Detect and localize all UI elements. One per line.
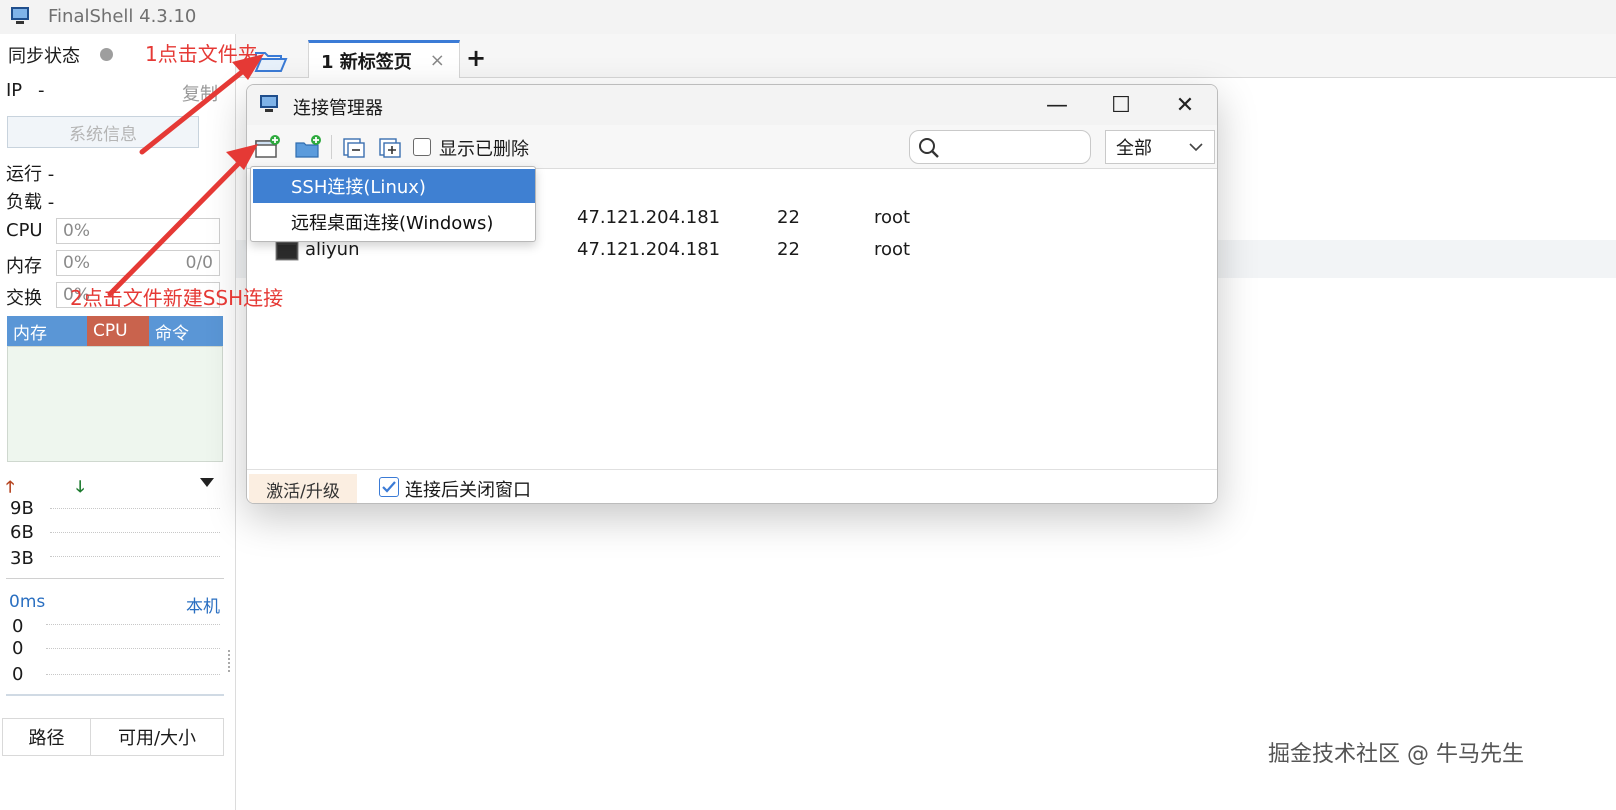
annotation-step2: 2点击文件新建SSH连接	[70, 286, 284, 310]
annotation-step1: 1点击文件夹	[145, 42, 258, 66]
annotation-arrow-step2	[107, 144, 258, 297]
annotation-arrow-step1	[139, 54, 264, 155]
watermark: 掘金技术社区 @ 牛马先生	[1268, 742, 1524, 767]
annotation-arrows	[107, 54, 264, 297]
